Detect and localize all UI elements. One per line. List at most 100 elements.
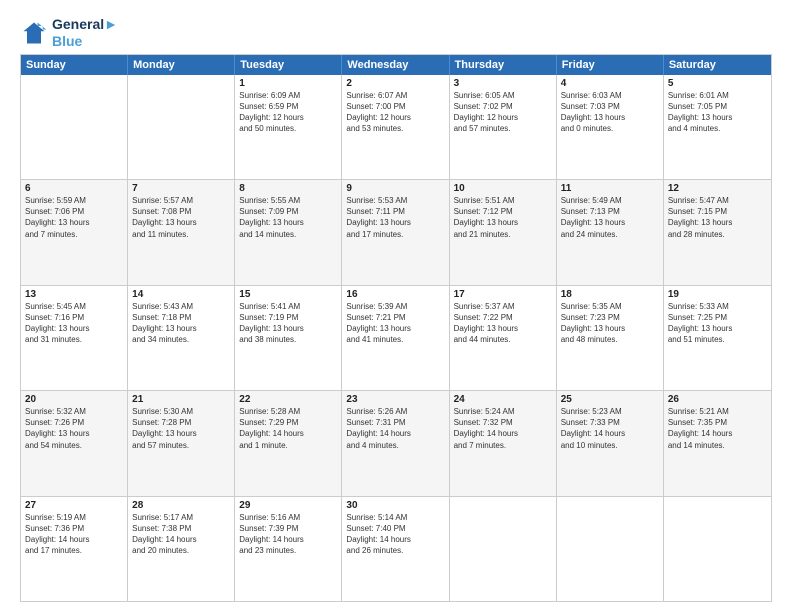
day-cell-14: 14Sunrise: 5:43 AM Sunset: 7:18 PM Dayli…	[128, 286, 235, 390]
day-info: Sunrise: 5:41 AM Sunset: 7:19 PM Dayligh…	[239, 301, 337, 346]
page: General►Blue SundayMondayTuesdayWednesda…	[0, 0, 792, 612]
day-cell-22: 22Sunrise: 5:28 AM Sunset: 7:29 PM Dayli…	[235, 391, 342, 495]
day-cell-9: 9Sunrise: 5:53 AM Sunset: 7:11 PM Daylig…	[342, 180, 449, 284]
day-info: Sunrise: 5:24 AM Sunset: 7:32 PM Dayligh…	[454, 406, 552, 451]
day-number: 24	[454, 394, 552, 405]
empty-cell-r4c6	[664, 497, 771, 601]
day-number: 26	[668, 394, 767, 405]
day-cell-17: 17Sunrise: 5:37 AM Sunset: 7:22 PM Dayli…	[450, 286, 557, 390]
day-number: 8	[239, 183, 337, 194]
day-info: Sunrise: 5:32 AM Sunset: 7:26 PM Dayligh…	[25, 406, 123, 451]
day-number: 29	[239, 500, 337, 511]
day-cell-21: 21Sunrise: 5:30 AM Sunset: 7:28 PM Dayli…	[128, 391, 235, 495]
day-number: 10	[454, 183, 552, 194]
day-info: Sunrise: 5:59 AM Sunset: 7:06 PM Dayligh…	[25, 195, 123, 240]
day-number: 7	[132, 183, 230, 194]
day-cell-19: 19Sunrise: 5:33 AM Sunset: 7:25 PM Dayli…	[664, 286, 771, 390]
day-cell-20: 20Sunrise: 5:32 AM Sunset: 7:26 PM Dayli…	[21, 391, 128, 495]
day-info: Sunrise: 6:07 AM Sunset: 7:00 PM Dayligh…	[346, 90, 444, 135]
day-number: 30	[346, 500, 444, 511]
empty-cell-r0c1	[128, 75, 235, 179]
day-info: Sunrise: 5:19 AM Sunset: 7:36 PM Dayligh…	[25, 512, 123, 557]
day-cell-6: 6Sunrise: 5:59 AM Sunset: 7:06 PM Daylig…	[21, 180, 128, 284]
day-info: Sunrise: 5:16 AM Sunset: 7:39 PM Dayligh…	[239, 512, 337, 557]
weekday-header-friday: Friday	[557, 55, 664, 75]
day-number: 27	[25, 500, 123, 511]
day-info: Sunrise: 5:45 AM Sunset: 7:16 PM Dayligh…	[25, 301, 123, 346]
empty-cell-r4c4	[450, 497, 557, 601]
day-number: 25	[561, 394, 659, 405]
weekday-header-wednesday: Wednesday	[342, 55, 449, 75]
day-cell-11: 11Sunrise: 5:49 AM Sunset: 7:13 PM Dayli…	[557, 180, 664, 284]
day-info: Sunrise: 5:26 AM Sunset: 7:31 PM Dayligh…	[346, 406, 444, 451]
day-cell-7: 7Sunrise: 5:57 AM Sunset: 7:08 PM Daylig…	[128, 180, 235, 284]
weekday-header-sunday: Sunday	[21, 55, 128, 75]
weekday-header-tuesday: Tuesday	[235, 55, 342, 75]
day-number: 2	[346, 78, 444, 89]
day-info: Sunrise: 5:33 AM Sunset: 7:25 PM Dayligh…	[668, 301, 767, 346]
day-cell-1: 1Sunrise: 6:09 AM Sunset: 6:59 PM Daylig…	[235, 75, 342, 179]
day-number: 4	[561, 78, 659, 89]
day-info: Sunrise: 5:35 AM Sunset: 7:23 PM Dayligh…	[561, 301, 659, 346]
day-number: 20	[25, 394, 123, 405]
calendar-row-4: 27Sunrise: 5:19 AM Sunset: 7:36 PM Dayli…	[21, 496, 771, 601]
logo-line1: General►	[52, 16, 118, 33]
weekday-header-saturday: Saturday	[664, 55, 771, 75]
empty-cell-r4c5	[557, 497, 664, 601]
day-cell-23: 23Sunrise: 5:26 AM Sunset: 7:31 PM Dayli…	[342, 391, 449, 495]
day-info: Sunrise: 6:09 AM Sunset: 6:59 PM Dayligh…	[239, 90, 337, 135]
weekday-header-thursday: Thursday	[450, 55, 557, 75]
header: General►Blue	[20, 16, 772, 50]
day-number: 18	[561, 289, 659, 300]
logo-text: General►Blue	[52, 16, 118, 50]
day-info: Sunrise: 5:49 AM Sunset: 7:13 PM Dayligh…	[561, 195, 659, 240]
logo-line2: Blue	[52, 33, 118, 50]
day-cell-26: 26Sunrise: 5:21 AM Sunset: 7:35 PM Dayli…	[664, 391, 771, 495]
day-info: Sunrise: 5:39 AM Sunset: 7:21 PM Dayligh…	[346, 301, 444, 346]
day-number: 5	[668, 78, 767, 89]
day-info: Sunrise: 5:37 AM Sunset: 7:22 PM Dayligh…	[454, 301, 552, 346]
day-info: Sunrise: 5:53 AM Sunset: 7:11 PM Dayligh…	[346, 195, 444, 240]
day-cell-29: 29Sunrise: 5:16 AM Sunset: 7:39 PM Dayli…	[235, 497, 342, 601]
day-info: Sunrise: 5:14 AM Sunset: 7:40 PM Dayligh…	[346, 512, 444, 557]
day-number: 9	[346, 183, 444, 194]
day-info: Sunrise: 5:55 AM Sunset: 7:09 PM Dayligh…	[239, 195, 337, 240]
day-info: Sunrise: 5:57 AM Sunset: 7:08 PM Dayligh…	[132, 195, 230, 240]
day-number: 22	[239, 394, 337, 405]
calendar-row-0: 1Sunrise: 6:09 AM Sunset: 6:59 PM Daylig…	[21, 75, 771, 179]
day-info: Sunrise: 5:21 AM Sunset: 7:35 PM Dayligh…	[668, 406, 767, 451]
day-info: Sunrise: 5:51 AM Sunset: 7:12 PM Dayligh…	[454, 195, 552, 240]
day-number: 19	[668, 289, 767, 300]
day-info: Sunrise: 6:01 AM Sunset: 7:05 PM Dayligh…	[668, 90, 767, 135]
day-info: Sunrise: 5:43 AM Sunset: 7:18 PM Dayligh…	[132, 301, 230, 346]
day-info: Sunrise: 5:28 AM Sunset: 7:29 PM Dayligh…	[239, 406, 337, 451]
day-number: 15	[239, 289, 337, 300]
day-number: 21	[132, 394, 230, 405]
day-cell-25: 25Sunrise: 5:23 AM Sunset: 7:33 PM Dayli…	[557, 391, 664, 495]
day-cell-3: 3Sunrise: 6:05 AM Sunset: 7:02 PM Daylig…	[450, 75, 557, 179]
day-number: 12	[668, 183, 767, 194]
calendar-row-3: 20Sunrise: 5:32 AM Sunset: 7:26 PM Dayli…	[21, 390, 771, 495]
day-cell-15: 15Sunrise: 5:41 AM Sunset: 7:19 PM Dayli…	[235, 286, 342, 390]
day-cell-24: 24Sunrise: 5:24 AM Sunset: 7:32 PM Dayli…	[450, 391, 557, 495]
day-info: Sunrise: 6:03 AM Sunset: 7:03 PM Dayligh…	[561, 90, 659, 135]
day-number: 6	[25, 183, 123, 194]
day-info: Sunrise: 5:17 AM Sunset: 7:38 PM Dayligh…	[132, 512, 230, 557]
day-cell-13: 13Sunrise: 5:45 AM Sunset: 7:16 PM Dayli…	[21, 286, 128, 390]
empty-cell-r0c0	[21, 75, 128, 179]
day-number: 16	[346, 289, 444, 300]
day-number: 14	[132, 289, 230, 300]
day-cell-27: 27Sunrise: 5:19 AM Sunset: 7:36 PM Dayli…	[21, 497, 128, 601]
day-number: 28	[132, 500, 230, 511]
day-cell-12: 12Sunrise: 5:47 AM Sunset: 7:15 PM Dayli…	[664, 180, 771, 284]
day-number: 11	[561, 183, 659, 194]
day-cell-8: 8Sunrise: 5:55 AM Sunset: 7:09 PM Daylig…	[235, 180, 342, 284]
day-number: 13	[25, 289, 123, 300]
day-cell-28: 28Sunrise: 5:17 AM Sunset: 7:38 PM Dayli…	[128, 497, 235, 601]
day-info: Sunrise: 5:23 AM Sunset: 7:33 PM Dayligh…	[561, 406, 659, 451]
day-cell-4: 4Sunrise: 6:03 AM Sunset: 7:03 PM Daylig…	[557, 75, 664, 179]
day-info: Sunrise: 5:30 AM Sunset: 7:28 PM Dayligh…	[132, 406, 230, 451]
day-number: 3	[454, 78, 552, 89]
day-cell-2: 2Sunrise: 6:07 AM Sunset: 7:00 PM Daylig…	[342, 75, 449, 179]
logo-icon	[20, 19, 48, 47]
